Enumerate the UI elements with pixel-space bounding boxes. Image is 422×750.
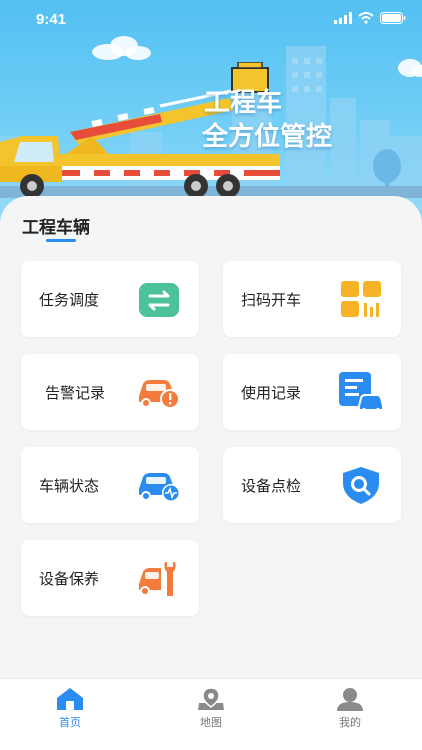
bottom-tab-bar: 首页 地图 我的 [0,678,422,750]
tile-label: 告警记录 [45,384,106,402]
hero-title-line1: 工程车 [204,88,283,118]
task-schedule-icon [139,283,179,317]
battery-icon [380,12,406,24]
signal-icon [334,12,352,24]
car-wrench-icon [139,562,176,596]
car-status-icon [139,473,180,502]
tile-alarm-record[interactable]: 告警记录 [21,354,199,430]
tab-mine[interactable]: 我的 [310,687,390,730]
tab-home[interactable]: 首页 [30,687,110,730]
tile-label: 任务调度 [39,291,100,309]
status-bar: 9:41 [0,0,422,40]
car-alert-icon [139,380,180,409]
status-icons [334,12,406,24]
tab-home-label: 首页 [59,716,81,729]
scan-qr-icon [341,281,381,317]
tile-label: 扫码开车 [241,291,302,309]
section-title: 工程车辆 [22,218,90,238]
tile-task-schedule[interactable]: 任务调度 [21,261,199,337]
section-title-underline [46,239,76,242]
hero-title-line2: 全方位管控 [202,122,333,152]
user-icon [337,688,363,711]
map-pin-icon [198,687,224,710]
main-content-card: 工程车辆 任务调度 扫码开车 告警记录 使用记录 车辆状态 设备点检 设备保养 [0,196,422,680]
tile-scan-drive[interactable]: 扫码开车 [223,261,401,337]
tile-label: 设备点检 [241,477,302,495]
tile-label: 设备保养 [39,570,100,588]
shield-search-icon [343,467,379,504]
tab-map[interactable]: 地图 [171,687,251,730]
wifi-icon [358,12,374,24]
tile-label: 使用记录 [241,384,302,402]
tab-map-label: 地图 [200,716,222,729]
tile-equipment-maintenance[interactable]: 设备保养 [21,540,199,616]
tile-equipment-inspection[interactable]: 设备点检 [223,447,401,523]
status-time: 9:41 [36,11,67,28]
tab-mine-label: 我的 [339,716,361,729]
tile-label: 车辆状态 [39,477,100,495]
hero-title: 工程车 全方位管控 [202,86,392,154]
usage-record-icon [339,372,383,412]
tile-usage-record[interactable]: 使用记录 [223,354,401,430]
home-icon [57,688,83,710]
tile-vehicle-status[interactable]: 车辆状态 [21,447,199,523]
